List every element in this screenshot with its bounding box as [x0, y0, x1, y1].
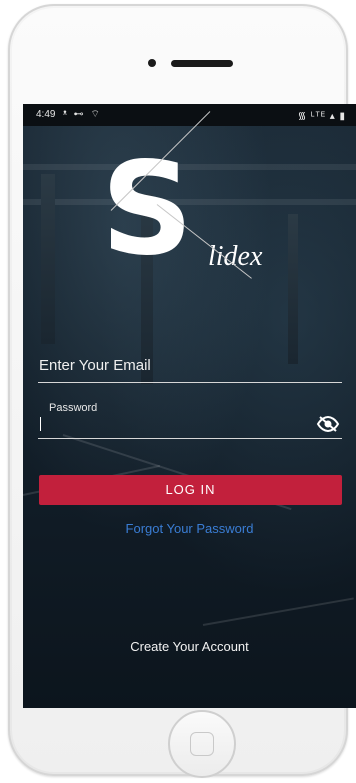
logo-letter: S: [101, 135, 193, 284]
email-placeholder: Enter Your Email: [39, 357, 151, 374]
home-button[interactable]: [168, 710, 236, 778]
login-button[interactable]: LOG IN: [39, 475, 342, 505]
password-label: Password: [49, 402, 98, 414]
status-left-icons: ᵜ ⊷ ⌔: [63, 109, 102, 120]
lane-marking: [202, 597, 354, 626]
email-field[interactable]: Enter Your Email: [38, 357, 342, 383]
slidex-logo: S lidex: [101, 111, 262, 296]
app-screen: 4:49 ᵜ ⊷ ⌔ ᯾ ᴸᵀᴱ ▴ ▮ S lidex Enter Your …: [23, 104, 356, 708]
status-bar: 4:49 ᵜ ⊷ ⌔ ᯾ ᴸᵀᴱ ▴ ▮: [23, 104, 356, 126]
earpiece-speaker: [171, 60, 233, 67]
forgot-password-link[interactable]: Forgot Your Password: [23, 521, 356, 536]
pillar: [288, 214, 298, 364]
home-button-square: [190, 732, 214, 756]
password-field[interactable]: Password: [38, 402, 342, 439]
status-right-icons: ᯾ ᴸᵀᴱ ▴ ▮: [297, 111, 346, 122]
create-account-link[interactable]: Create Your Account: [23, 639, 356, 654]
status-time: 4:49: [36, 109, 56, 120]
logo-word: lidex: [208, 241, 263, 272]
pillar: [41, 174, 55, 344]
front-camera: [148, 59, 156, 67]
eye-off-icon[interactable]: [316, 415, 340, 433]
text-caret: [40, 417, 41, 431]
